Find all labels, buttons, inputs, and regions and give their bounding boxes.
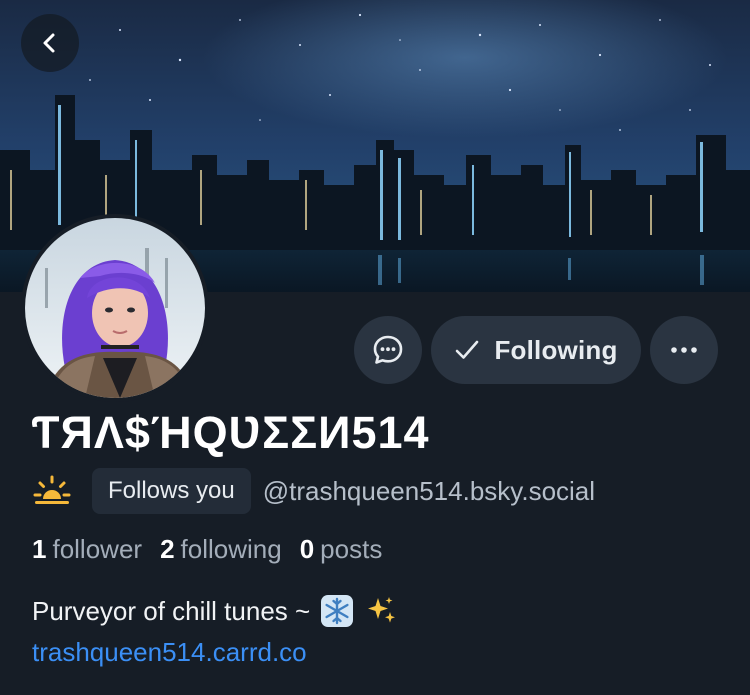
ellipsis-icon (671, 347, 697, 353)
message-button[interactable] (354, 316, 422, 384)
profile-bio: Purveyor of chill tunes ~ (32, 594, 398, 628)
posts-label: posts (320, 534, 383, 564)
bio-text: Purveyor of chill tunes ~ (32, 595, 311, 626)
following-stat[interactable]: 2 following (160, 534, 282, 565)
snowflake-icon (320, 594, 354, 628)
profile-link[interactable]: trashqueen514.carrd.co (32, 637, 307, 668)
sunrise-icon (33, 475, 71, 504)
back-button[interactable] (21, 14, 79, 72)
posts-stat: 0 posts (300, 534, 383, 565)
profile-meta-row: Follows you @trashqueen514.bsky.social (32, 467, 595, 515)
follows-you-label: Follows you (108, 477, 235, 504)
sparkles-icon (364, 594, 398, 628)
following-button[interactable]: Following (431, 316, 641, 384)
avatar-image (25, 218, 205, 398)
followers-count: 1 (32, 534, 47, 564)
checkmark-icon (456, 340, 479, 359)
avatar[interactable] (21, 214, 209, 402)
followers-label: follower (52, 534, 143, 564)
display-name: ƬЯΛ$ΉQƲΣΣИ514 (32, 407, 430, 458)
following-stat-label: following (180, 534, 282, 564)
following-label: Following (494, 334, 618, 365)
profile-stats: 1 follower 2 following 0 posts (32, 534, 382, 565)
profile-handle: @trashqueen514.bsky.social (262, 475, 596, 506)
more-options-button[interactable] (650, 316, 718, 384)
posts-count: 0 (299, 534, 315, 564)
following-count: 2 (160, 534, 175, 564)
follows-you-badge: Follows you (92, 468, 251, 514)
followers-stat[interactable]: 1 follower (32, 534, 142, 565)
message-bubble-icon (373, 335, 403, 364)
chevron-left-icon (43, 33, 55, 53)
